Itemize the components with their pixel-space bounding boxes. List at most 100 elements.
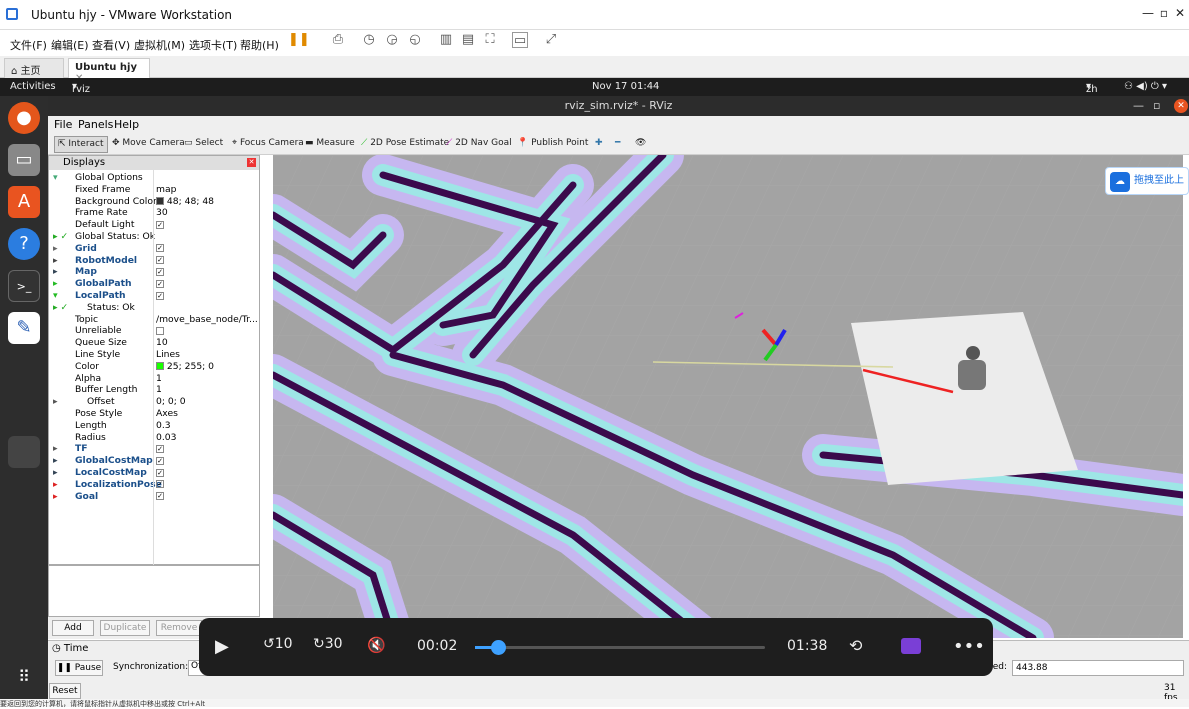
checkbox[interactable]: ✓ bbox=[156, 468, 164, 477]
revert-snapshot-icon[interactable]: ◶ bbox=[384, 32, 400, 48]
tool-select[interactable]: ▭ Select bbox=[181, 136, 226, 153]
tool-2d-pose-estimate[interactable]: ⟋ 2D Pose Estimate bbox=[358, 136, 452, 153]
terminal-icon[interactable]: >_ bbox=[8, 270, 40, 302]
app-menu[interactable]: rviz ▾ bbox=[72, 81, 90, 95]
menu-vm[interactable]: 虚拟机(M) bbox=[134, 37, 185, 53]
display-row[interactable]: Radius 0.03 bbox=[49, 432, 259, 444]
display-row[interactable]: Line Style Lines bbox=[49, 349, 259, 361]
rviz-menu-panels[interactable]: Panels bbox=[78, 118, 113, 131]
checkbox[interactable]: ✓ bbox=[156, 492, 164, 501]
add-button[interactable]: Add bbox=[52, 620, 94, 636]
display-row[interactable]: ▸ RobotModel ✓ bbox=[49, 255, 259, 267]
display-row[interactable]: ▾ Global Options bbox=[49, 172, 259, 184]
playlist-icon[interactable] bbox=[901, 638, 921, 654]
sidebar-icon[interactable]: ▥ bbox=[438, 32, 454, 48]
seek-track[interactable] bbox=[475, 640, 765, 655]
display-row[interactable]: Length 0.3 bbox=[49, 420, 259, 432]
seek-thumb[interactable] bbox=[490, 640, 506, 655]
mute-icon[interactable]: 🔇 bbox=[367, 636, 386, 654]
rviz-close-icon[interactable]: ✕ bbox=[1174, 99, 1188, 113]
more-icon[interactable]: ••• bbox=[953, 636, 985, 657]
tool-interact[interactable]: ⇱ Interact bbox=[54, 136, 108, 153]
system-tray-icons[interactable]: ⚇ ◀) ⏻ ▾ bbox=[1124, 81, 1167, 92]
help-icon[interactable]: ? bbox=[8, 228, 40, 260]
software-center-icon[interactable]: A bbox=[8, 186, 40, 218]
firefox-icon[interactable]: ● bbox=[8, 102, 40, 134]
menu-view[interactable]: 查看(V) bbox=[92, 37, 130, 53]
tool-publish-point[interactable]: 📍 Publish Point bbox=[514, 136, 591, 153]
thumbnail-icon[interactable]: ▤ bbox=[460, 32, 476, 48]
skip-forward-icon[interactable]: ↻30 bbox=[313, 636, 343, 652]
rviz-active-app[interactable] bbox=[8, 436, 40, 468]
display-row[interactable]: ▸ LocalizationPose ✓ bbox=[49, 479, 259, 491]
tool-2d-nav-goal[interactable]: ⟋ 2D Nav Goal bbox=[443, 136, 515, 153]
send-keys-icon[interactable]: ⎙ bbox=[330, 32, 346, 48]
snapshot-icon[interactable]: ◷ bbox=[361, 32, 377, 48]
checkbox[interactable]: ✓ bbox=[156, 279, 164, 288]
play-icon[interactable]: ▶ bbox=[215, 636, 229, 657]
display-row[interactable]: ▸ ✓ Global Status: Ok bbox=[49, 231, 259, 243]
tab-home[interactable]: ⌂ 主页 bbox=[4, 58, 64, 78]
display-row[interactable]: Background Color 48; 48; 48 bbox=[49, 196, 259, 208]
display-row[interactable]: Pose Style Axes bbox=[49, 408, 259, 420]
display-row[interactable]: ▸ Offset 0; 0; 0 bbox=[49, 396, 259, 408]
display-row[interactable]: ▸ Map ✓ bbox=[49, 266, 259, 278]
checkbox[interactable]: ✓ bbox=[156, 291, 164, 300]
display-row[interactable]: ▾ LocalPath ✓ bbox=[49, 290, 259, 302]
reset-button[interactable]: Reset bbox=[49, 683, 81, 699]
display-row[interactable]: Fixed Frame map bbox=[49, 184, 259, 196]
pause-button[interactable]: ❚❚ Pause bbox=[55, 660, 103, 676]
clock[interactable]: Nov 17 01:44 bbox=[592, 81, 659, 92]
input-method[interactable]: zh ▾ bbox=[1086, 81, 1098, 95]
pause-vm-icon[interactable]: ❚❚ bbox=[288, 32, 310, 48]
checkbox[interactable]: ✓ bbox=[156, 220, 164, 229]
baidu-drop-overlay[interactable]: ☁ 拖拽至此上 bbox=[1105, 167, 1189, 195]
display-row[interactable]: Queue Size 10 bbox=[49, 337, 259, 349]
checkbox[interactable]: ✓ bbox=[156, 444, 164, 453]
display-row[interactable]: Unreliable bbox=[49, 325, 259, 337]
activities-button[interactable]: Activities bbox=[10, 81, 56, 92]
repeat-off-icon[interactable]: ⟲ bbox=[849, 636, 862, 655]
display-row[interactable]: ▸ GlobalPath ✓ bbox=[49, 278, 259, 290]
rviz-menu-file[interactable]: File bbox=[54, 118, 72, 131]
displays-close-icon[interactable]: ✕ bbox=[247, 158, 256, 167]
checkbox[interactable]: ✓ bbox=[156, 480, 164, 489]
elapsed-field[interactable]: 443.88 bbox=[1012, 660, 1184, 676]
checkbox[interactable]: ✓ bbox=[156, 456, 164, 465]
display-row[interactable]: Default Light ✓ bbox=[49, 219, 259, 231]
color-swatch[interactable] bbox=[156, 197, 164, 206]
menu-file[interactable]: 文件(F) bbox=[10, 37, 47, 53]
fullscreen-icon[interactable]: ⛶ bbox=[482, 32, 498, 48]
remove-button[interactable]: Remove bbox=[156, 620, 202, 636]
duplicate-button[interactable]: Duplicate bbox=[100, 620, 150, 636]
display-row[interactable]: Buffer Length 1 bbox=[49, 384, 259, 396]
add-tool-icon[interactable]: ✚ bbox=[592, 136, 606, 153]
color-swatch[interactable] bbox=[156, 362, 164, 371]
remove-tool-icon[interactable]: ━ bbox=[612, 136, 623, 153]
eye-icon[interactable]: 👁 bbox=[632, 136, 649, 153]
menu-help[interactable]: 帮助(H) bbox=[240, 37, 279, 53]
display-row[interactable]: ▸ Grid ✓ bbox=[49, 243, 259, 255]
display-row[interactable]: Color 25; 255; 0 bbox=[49, 361, 259, 373]
checkbox[interactable]: ✓ bbox=[156, 267, 164, 276]
display-row[interactable]: ▸ Goal ✓ bbox=[49, 491, 259, 503]
display-row[interactable]: Topic/move_base_node/Tr... bbox=[49, 314, 259, 326]
display-row[interactable]: Alpha 1 bbox=[49, 373, 259, 385]
checkbox[interactable]: ✓ bbox=[156, 256, 164, 265]
display-row[interactable]: ▸ ✓ Status: Ok bbox=[49, 302, 259, 314]
display-row[interactable]: ▸ TF ✓ bbox=[49, 443, 259, 455]
console-icon[interactable]: ▭ bbox=[512, 32, 528, 48]
display-row[interactable]: Frame Rate 30 bbox=[49, 207, 259, 219]
skip-back-icon[interactable]: ↺10 bbox=[263, 636, 293, 652]
menu-tabs[interactable]: 选项卡(T) bbox=[189, 37, 237, 53]
tool-focus-camera[interactable]: ⌖ Focus Camera bbox=[229, 136, 307, 153]
files-icon[interactable]: ▭ bbox=[8, 144, 40, 176]
text-editor-icon[interactable]: ✎ bbox=[8, 312, 40, 344]
tab-ubuntu-hjy[interactable]: Ubuntu hjy ✕ bbox=[68, 58, 150, 84]
tool-move-camera[interactable]: ✥ Move Camera bbox=[109, 136, 188, 153]
checkbox[interactable]: ✓ bbox=[156, 244, 164, 253]
rviz-3d-viewport[interactable] bbox=[273, 155, 1183, 638]
tool-measure[interactable]: ▬ Measure bbox=[302, 136, 358, 153]
rviz-minimize-icon[interactable]: — bbox=[1133, 96, 1144, 116]
close-icon[interactable]: ✕ bbox=[1170, 6, 1189, 24]
